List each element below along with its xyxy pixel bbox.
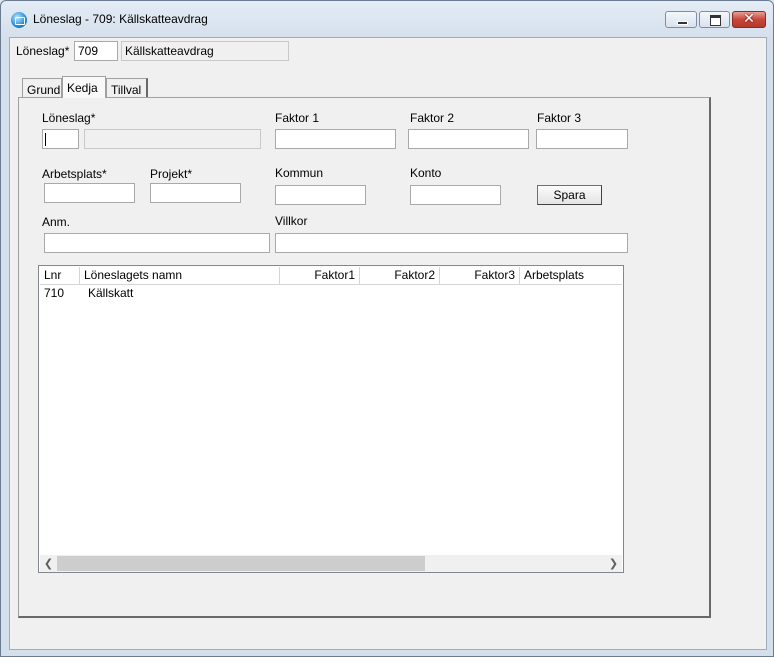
kedja-list[interactable]: Lnr Löneslagets namn Faktor1 Faktor2 Fak… [38,265,624,573]
close-icon: ✕ [743,11,755,27]
header-loneslag-input[interactable]: 709 [74,41,118,61]
kommun-label: Kommun [275,166,324,180]
table-row[interactable]: 710 Källskatt [40,285,622,301]
loneslag-name-field [84,129,261,149]
column-header-faktor3[interactable]: Faktor3 [440,267,520,284]
arbetsplats-input[interactable] [44,183,135,203]
faktor2-input[interactable] [408,129,529,149]
cell-namn: Källskatt [88,286,134,300]
column-header-lnr[interactable]: Lnr [40,267,80,284]
villkor-label: Villkor [275,214,308,228]
list-header: Lnr Löneslagets namn Faktor1 Faktor2 Fak… [40,267,622,285]
app-icon [11,12,27,28]
header-loneslag-name-field: Källskatteavdrag [121,41,289,61]
loneslag-label: Löneslag* [42,111,96,125]
faktor2-label: Faktor 2 [410,111,455,125]
projekt-label: Projekt* [150,167,193,181]
scroll-left-icon[interactable]: ❮ [40,555,57,572]
villkor-input[interactable] [275,233,628,253]
konto-input[interactable] [410,185,501,205]
faktor1-input[interactable] [275,129,396,149]
minimize-button[interactable] [665,11,697,28]
tab-grund[interactable]: Grund [22,78,62,98]
kommun-input[interactable] [275,185,366,205]
maximize-button[interactable] [699,11,730,28]
column-header-faktor1[interactable]: Faktor1 [280,267,360,284]
faktor1-label: Faktor 1 [275,111,320,125]
horizontal-scrollbar[interactable]: ❮ ❯ [40,555,622,572]
title-bar[interactable]: Löneslag - 709: Källskatteavdrag ✕ [1,1,773,37]
tab-kedja[interactable]: Kedja [62,76,106,98]
text-cursor [45,133,46,146]
minimize-icon [677,21,688,25]
save-button[interactable]: Spara [537,185,602,205]
column-header-faktor2[interactable]: Faktor2 [360,267,440,284]
faktor3-input[interactable] [536,129,628,149]
anm-input[interactable] [44,233,270,253]
close-button[interactable]: ✕ [732,11,766,28]
maximize-icon [710,15,721,26]
arbetsplats-label: Arbetsplats* [42,167,107,181]
scroll-right-icon[interactable]: ❯ [605,555,622,572]
column-header-namn[interactable]: Löneslagets namn [80,267,280,284]
anm-label: Anm. [42,215,71,229]
cell-lnr: 710 [44,286,65,300]
window-title: Löneslag - 709: Källskatteavdrag [33,12,208,26]
column-header-arbetsplats[interactable]: Arbetsplats [520,267,622,284]
scrollbar-thumb[interactable] [57,556,425,571]
konto-label: Konto [410,166,442,180]
projekt-input[interactable] [150,183,241,203]
loneslag-input[interactable] [42,129,79,149]
header-loneslag-label: Löneslag* [16,44,70,58]
faktor3-label: Faktor 3 [537,111,582,125]
tab-tillval[interactable]: Tillval [106,78,148,98]
